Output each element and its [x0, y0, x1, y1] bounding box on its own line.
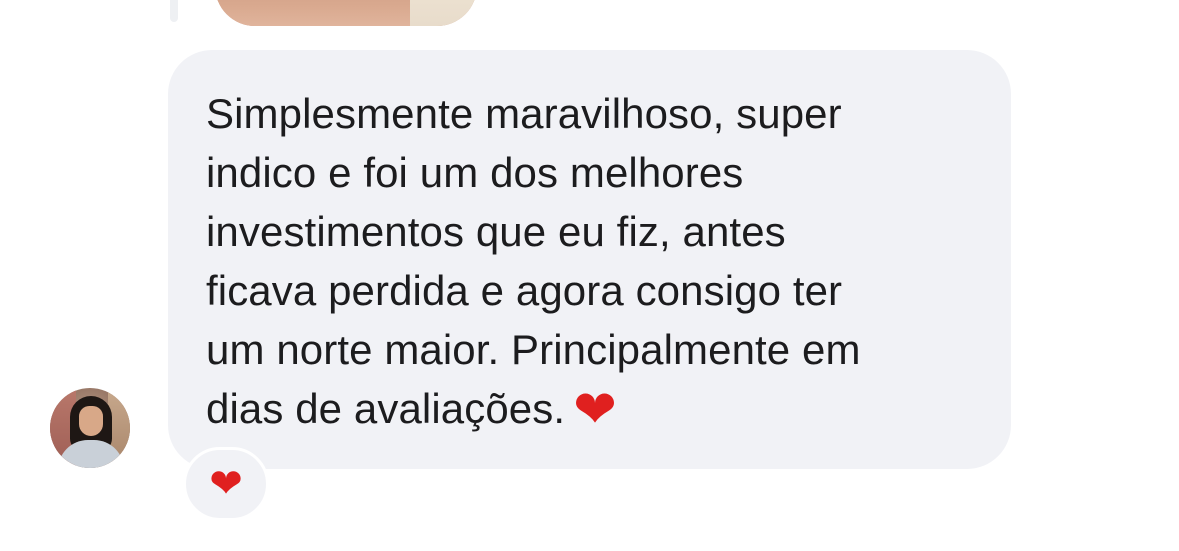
message-line: Simplesmente maravilhoso, super [206, 90, 842, 137]
avatar-face [79, 406, 103, 436]
thread-reply-line [170, 0, 178, 22]
message-line: ficava perdida e agora consigo ter [206, 267, 843, 314]
previous-media-photo-left [215, 0, 415, 26]
message-line: investimentos que eu fiz, antes [206, 208, 786, 255]
heart-emoji-icon: ❤ [573, 380, 617, 440]
message-text: Simplesmente maravilhoso, super indico e… [206, 84, 971, 438]
message-line: indico e foi um dos melhores [206, 149, 744, 196]
previous-message-media[interactable] [215, 0, 477, 26]
message-bubble[interactable]: Simplesmente maravilhoso, super indico e… [168, 50, 1011, 469]
reaction-badge[interactable]: ❤ [183, 447, 269, 521]
message-line: um norte maior. Principalmente em [206, 326, 861, 373]
sender-avatar[interactable] [50, 388, 130, 468]
reaction-heart-icon: ❤ [209, 461, 243, 507]
message-line: dias de avaliações. [206, 385, 566, 432]
previous-media-photo-right [410, 0, 477, 26]
